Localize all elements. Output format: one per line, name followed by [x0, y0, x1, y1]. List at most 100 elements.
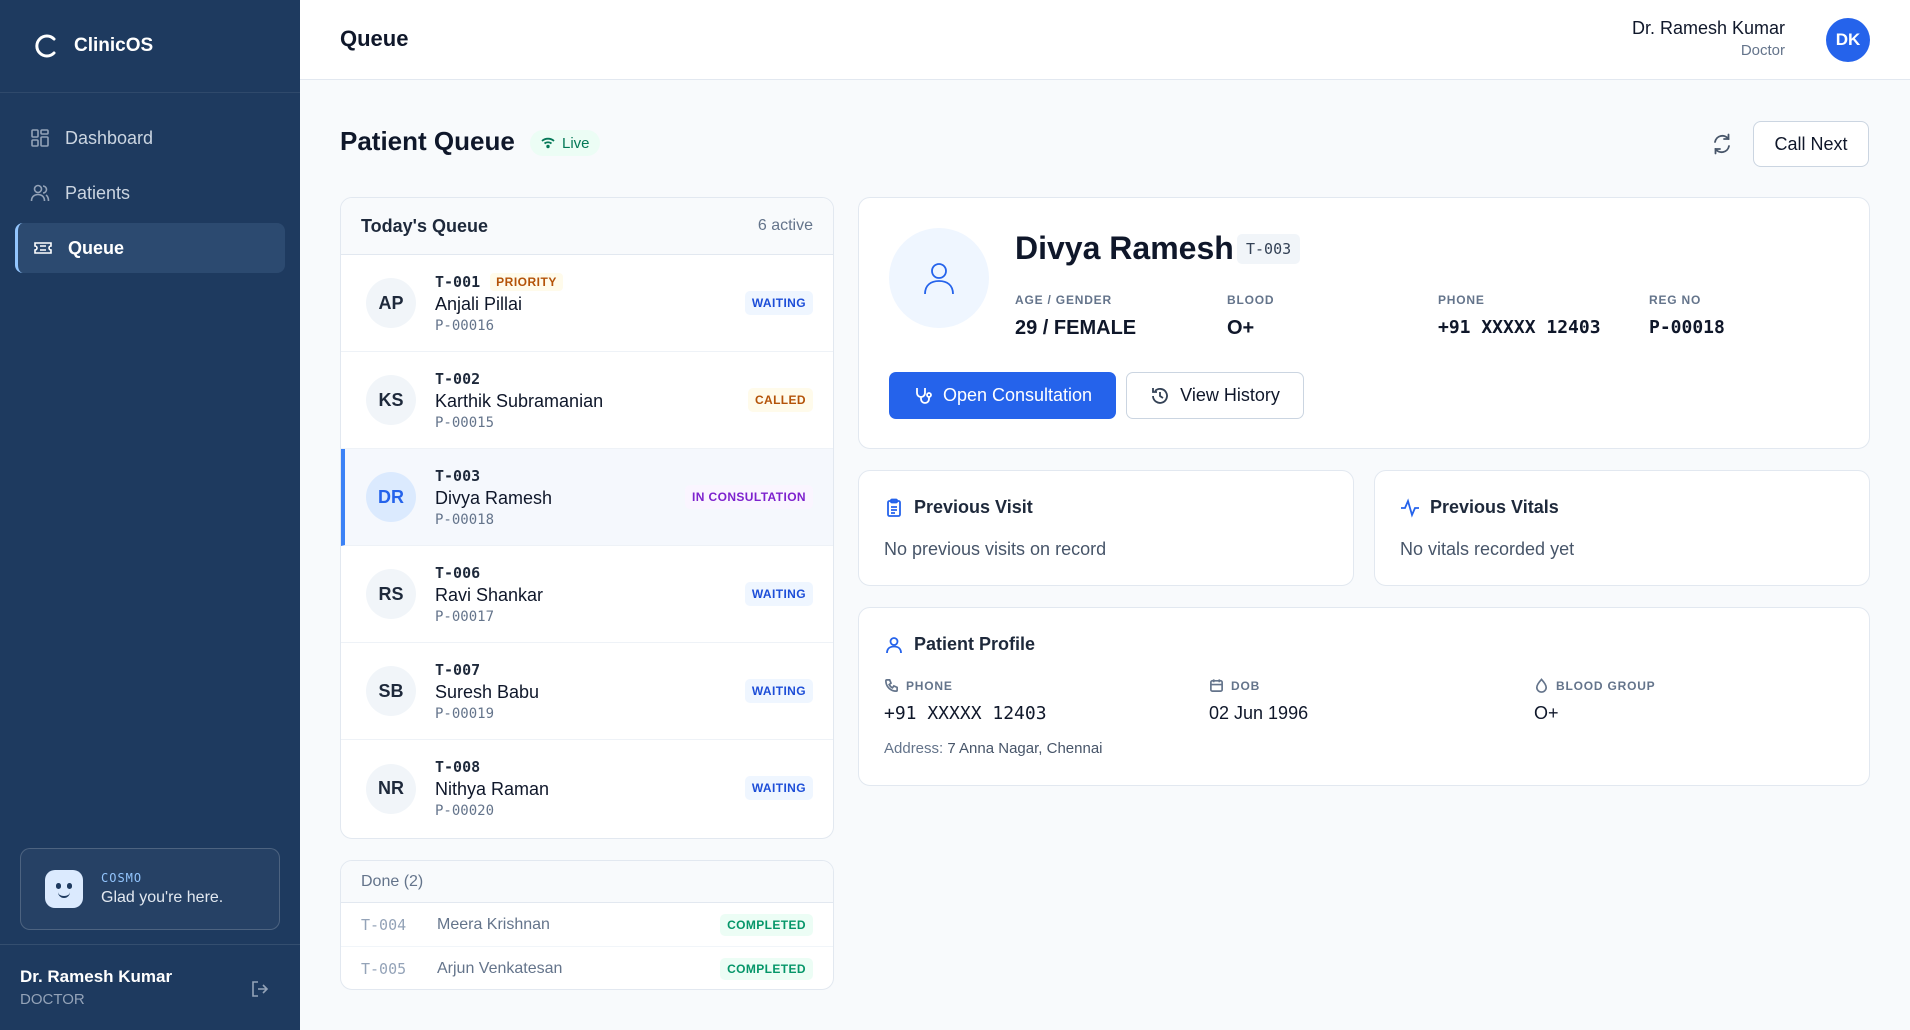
header-user-role: Doctor	[1740, 42, 1785, 59]
sidebar-item-label: Patients	[65, 182, 131, 203]
patient-avatar: DR	[366, 472, 416, 522]
patient-name: Divya Ramesh	[1015, 230, 1234, 266]
profile-dob: DOB 02 Jun 1996	[1209, 678, 1308, 724]
queue-header: Today's Queue 6 active	[341, 198, 833, 255]
header-title: Queue	[340, 26, 409, 51]
sidebar-item-queue[interactable]: Queue	[15, 223, 285, 273]
status-badge: WAITING	[744, 291, 813, 315]
patient-avatar: SB	[366, 666, 416, 716]
open-consultation-button[interactable]: Open Consultation	[889, 372, 1116, 419]
refresh-icon[interactable]	[1708, 130, 1736, 158]
sidebar-nav: Dashboard Patients Queue	[0, 93, 300, 273]
patient-avatar: AP	[366, 278, 416, 328]
queue-row[interactable]: RS T-006 Ravi Shankar P-00017 WAITING	[341, 546, 833, 643]
queue-patient-id: P-00020	[435, 803, 495, 819]
cosmo-label: COSMO	[101, 871, 143, 885]
header-user[interactable]: Dr. Ramesh Kumar Doctor	[1632, 18, 1785, 59]
queue-row[interactable]: KS T-002 Karthik Subramanian P-00015 CAL…	[341, 352, 833, 449]
sidebar-item-patients[interactable]: Patients	[15, 168, 285, 218]
users-icon	[30, 184, 50, 202]
meta-value: +91 XXXXX 12403	[1438, 317, 1601, 338]
view-history-button[interactable]: View History	[1126, 372, 1304, 419]
live-badge: Live	[530, 130, 600, 156]
sidebar-item-dashboard[interactable]: Dashboard	[15, 113, 285, 163]
meta-reg-no: REG NO P-00018	[1649, 293, 1725, 338]
meta-blood: BLOOD O+	[1227, 293, 1274, 340]
meta-label: PHONE	[1438, 293, 1485, 307]
meta-phone: PHONE +91 XXXXX 12403	[1438, 293, 1601, 338]
grid-icon	[31, 129, 49, 147]
sidebar-item-label: Dashboard	[65, 127, 154, 148]
meta-age-gender: AGE / GENDER 29 / FEMALE	[1015, 293, 1136, 340]
queue-token: T-007	[435, 660, 481, 679]
user-avatar[interactable]: DK	[1826, 18, 1870, 62]
bot-face-icon	[45, 870, 83, 908]
droplet-icon	[1535, 678, 1548, 693]
done-token: T-005	[361, 960, 407, 978]
history-icon	[1152, 387, 1169, 404]
meta-value: O+	[1227, 317, 1255, 339]
queue-token: T-006	[435, 563, 481, 582]
sidebar-user-role: DOCTOR	[20, 991, 85, 1008]
queue-row[interactable]: SB T-007 Suresh Babu P-00019 WAITING	[341, 643, 833, 740]
queue-count: 6 active	[757, 217, 813, 234]
sidebar-user-name: Dr. Ramesh Kumar	[20, 967, 173, 986]
completed-badge: COMPLETED	[720, 958, 813, 980]
cosmo-assistant[interactable]: COSMO Glad you're here.	[20, 848, 280, 930]
queue-row[interactable]: NR T-008 Nithya Raman P-00020 WAITING	[341, 740, 833, 837]
profile-address: Address: 7 Anna Nagar, Chennai	[884, 740, 1103, 757]
meta-label: AGE / GENDER	[1015, 293, 1112, 307]
done-title[interactable]: Done (2)	[341, 861, 833, 903]
queue-patient-id: P-00019	[435, 705, 495, 722]
brand-name: ClinicOS	[74, 35, 154, 56]
previous-vitals-card: Previous Vitals No vitals recorded yet	[1374, 470, 1870, 586]
patient-token-chip: T-003	[1237, 234, 1301, 264]
user-icon	[924, 263, 954, 295]
clipboard-icon	[887, 498, 901, 517]
done-row[interactable]: T-004 Meera Krishnan COMPLETED	[341, 903, 833, 947]
top-header: Queue Dr. Ramesh Kumar Doctor DK	[300, 0, 1910, 80]
view-history-label: View History	[1180, 385, 1280, 405]
meta-label: REG NO	[1649, 293, 1702, 307]
priority-badge: PRIORITY	[490, 272, 563, 291]
queue-row-selected[interactable]: DR T-003 Divya Ramesh P-00018 IN CONSULT…	[341, 449, 833, 546]
queue-patient-id: P-00016	[435, 317, 495, 334]
done-row[interactable]: T-005 Arjun Venkatesan COMPLETED	[341, 947, 833, 989]
status-badge: WAITING	[744, 776, 813, 800]
clinicos-logo-icon	[35, 34, 56, 58]
queue-token: T-008	[435, 758, 481, 776]
queue-title: Today's Queue	[361, 215, 488, 236]
brand[interactable]: ClinicOS	[0, 0, 300, 93]
activity-icon	[1401, 497, 1419, 518]
calendar-icon	[1210, 679, 1223, 692]
profile-label: DOB	[1231, 678, 1261, 693]
profile-label: PHONE	[906, 678, 953, 693]
status-badge: WAITING	[744, 679, 813, 703]
live-label: Live	[562, 134, 590, 152]
done-token: T-004	[361, 915, 407, 934]
profile-phone: PHONE +91 XXXXX 12403	[884, 678, 1047, 725]
page-title: Patient Queue	[340, 126, 515, 156]
ticket-icon	[34, 242, 52, 254]
previous-visit-title: Previous Visit	[914, 497, 1033, 517]
stethoscope-icon	[916, 387, 932, 404]
cosmo-message: Glad you're here.	[101, 889, 224, 906]
call-next-button[interactable]: Call Next	[1753, 121, 1869, 167]
sidebar: ClinicOS Dashboard Patients Queue COSMO …	[0, 0, 300, 1030]
meta-value: P-00018	[1649, 317, 1725, 338]
previous-visit-card: Previous Visit No previous visits on rec…	[858, 470, 1354, 586]
done-card: Done (2) T-004 Meera Krishnan COMPLETED …	[340, 860, 834, 990]
profile-value: 02 Jun 1996	[1209, 703, 1309, 723]
queue-patient-id: P-00015	[435, 414, 495, 431]
todays-queue-card: Today's Queue 6 active AP T-001 PRIORITY …	[340, 197, 834, 839]
patient-profile-title: Patient Profile	[914, 634, 1036, 654]
status-badge: WAITING	[744, 582, 813, 606]
user-icon	[886, 636, 902, 653]
previous-visit-empty: No previous visits on record	[884, 539, 1107, 559]
sidebar-user: Dr. Ramesh Kumar DOCTOR	[0, 944, 300, 1030]
logout-icon[interactable]	[250, 979, 270, 999]
queue-token: T-002	[435, 369, 481, 388]
patient-detail-card: Divya Ramesh T-003 AGE / GENDER 29 / FEM…	[858, 197, 1870, 449]
previous-vitals-empty: No vitals recorded yet	[1400, 539, 1575, 559]
queue-row[interactable]: AP T-001 PRIORITY Anjali Pillai P-00016 W…	[341, 255, 833, 352]
